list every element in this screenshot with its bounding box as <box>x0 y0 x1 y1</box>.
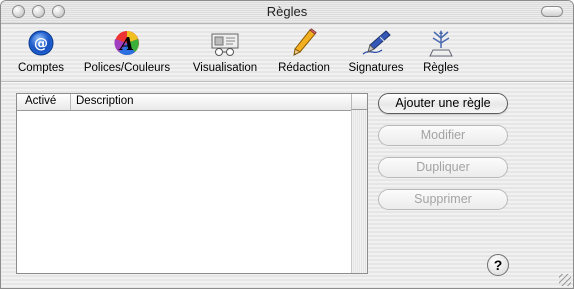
fountain-pen-icon <box>362 30 391 55</box>
rules-icon <box>429 30 453 57</box>
toolbar-item-regles[interactable]: Règles <box>419 28 463 74</box>
column-divider <box>70 94 71 110</box>
help-button[interactable]: ? <box>487 254 509 276</box>
pencil-icon <box>293 28 317 56</box>
toolbar-label: Règles <box>423 62 459 74</box>
edit-rule-button[interactable]: Modifier <box>378 125 508 146</box>
toolbar-label: Signatures <box>348 62 404 74</box>
rules-table[interactable]: Activé Description <box>16 93 368 274</box>
add-rule-button[interactable]: Ajouter une règle <box>378 93 508 114</box>
svg-text:@: @ <box>34 36 48 52</box>
column-header-description[interactable]: Description <box>76 95 134 107</box>
duplicate-rule-button[interactable]: Dupliquer <box>378 157 508 178</box>
vertical-scrollbar[interactable] <box>351 94 367 273</box>
toolbar-item-comptes[interactable]: @ Comptes <box>11 28 71 74</box>
scrollbar-header-corner <box>351 94 367 110</box>
toolbar-separator <box>1 81 573 83</box>
resize-grip-icon[interactable] <box>559 274 571 286</box>
window-title: Règles <box>266 4 308 19</box>
toolbar-label: Visualisation <box>192 62 258 74</box>
column-header-active[interactable]: Activé <box>25 95 56 107</box>
toolbar-label: Rédaction <box>278 62 330 74</box>
toolbar-item-redaction[interactable]: Rédaction <box>275 28 333 74</box>
toolbar: @ Comptes A Polices/Couleurs Visualisati… <box>1 24 573 78</box>
table-header: Activé Description <box>17 94 367 111</box>
at-sign-icon: @ <box>28 30 54 56</box>
toolbar-label: Comptes <box>17 62 65 74</box>
toolbar-item-polices-couleurs[interactable]: A Polices/Couleurs <box>80 28 174 74</box>
svg-text:A: A <box>118 34 134 55</box>
toolbar-toggle-button[interactable] <box>541 6 563 17</box>
font-color-wheel-icon: A <box>114 31 139 56</box>
toolbar-label: Polices/Couleurs <box>83 62 171 74</box>
preferences-window: Règles @ Comptes A Polices/Couleurs Visu… <box>0 0 574 289</box>
viewer-icon <box>211 33 239 56</box>
toolbar-item-visualisation[interactable]: Visualisation <box>188 28 262 74</box>
toolbar-item-signatures[interactable]: Signatures <box>346 28 406 74</box>
title-bar[interactable]: Règles <box>1 1 573 24</box>
delete-rule-button[interactable]: Supprimer <box>378 189 508 210</box>
